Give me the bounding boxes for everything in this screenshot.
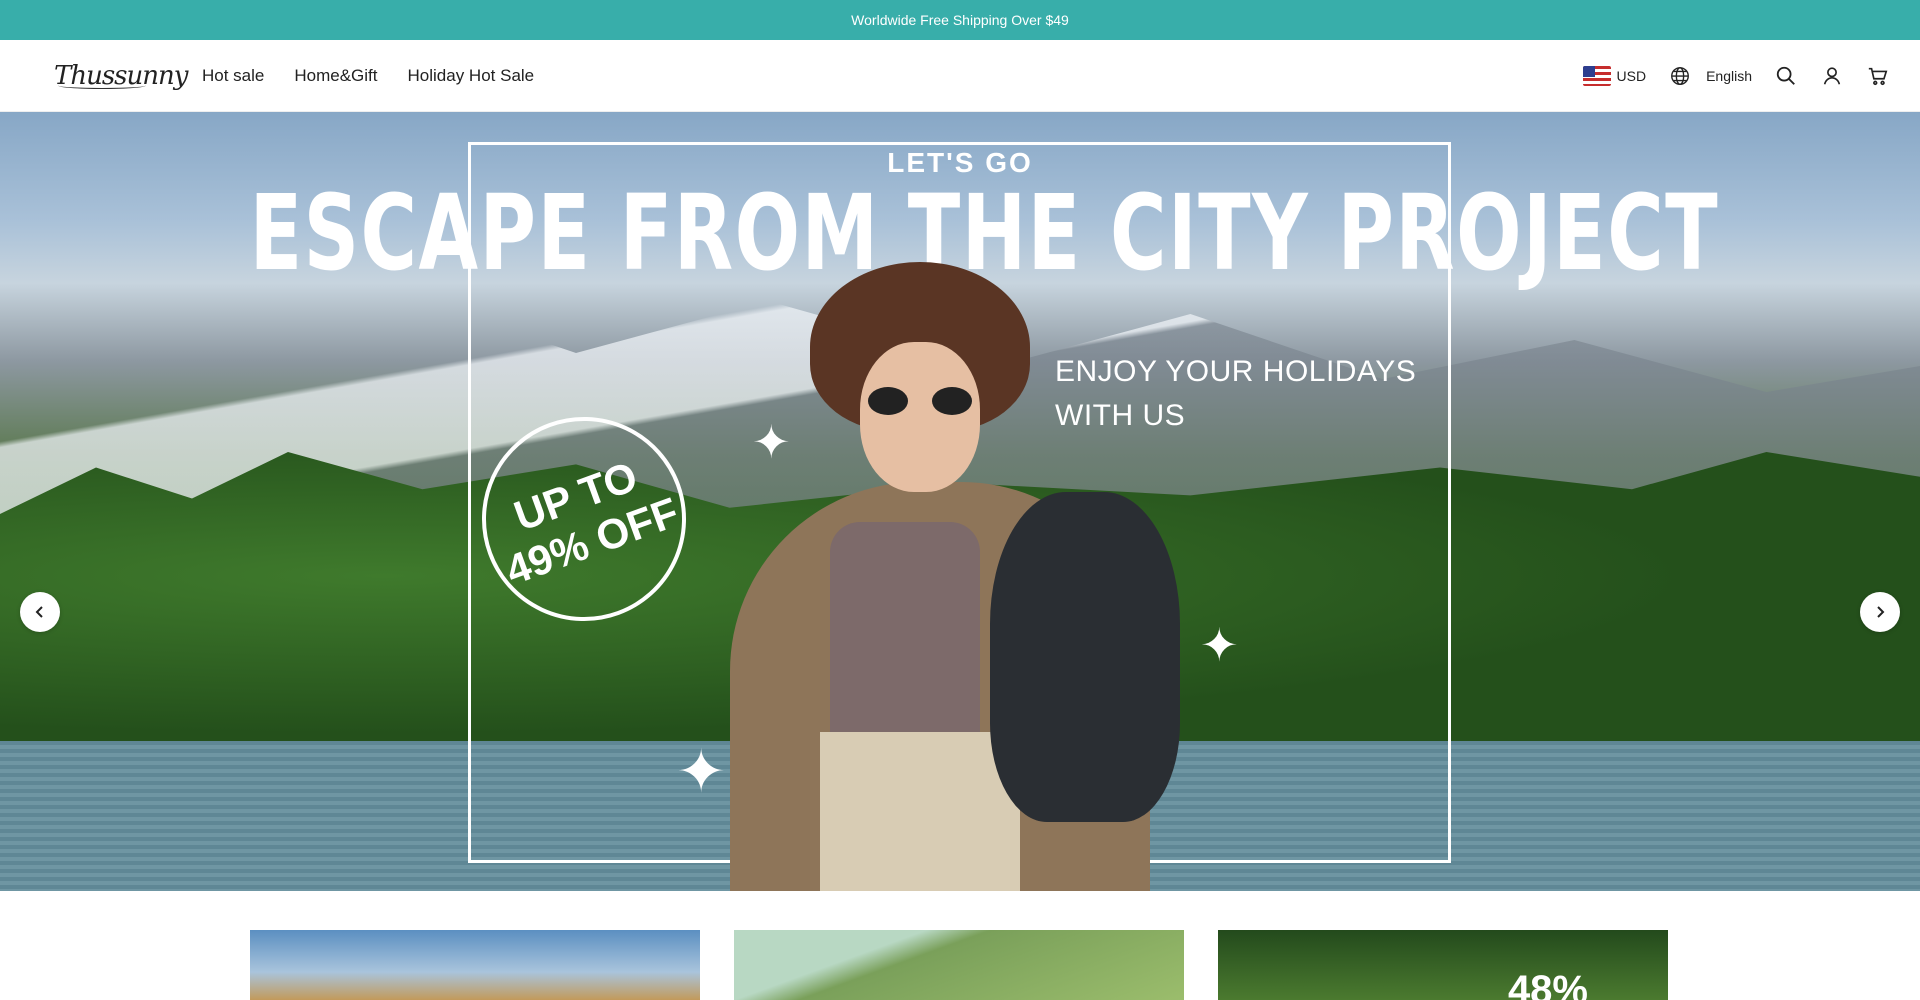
carousel-next-button[interactable] xyxy=(1860,592,1900,632)
hero-tagline-line-1: ENJOY YOUR HOLIDAYS xyxy=(1055,355,1417,388)
promo-card-text: 48% xyxy=(1507,968,1588,1000)
main-nav: Hot sale Home&Gift Holiday Hot Sale xyxy=(202,66,534,86)
chevron-right-icon xyxy=(1877,606,1885,618)
nav-home-gift[interactable]: Home&Gift xyxy=(294,66,377,86)
promo-cards: 48% xyxy=(250,930,1668,1000)
header-actions: USD English xyxy=(1582,64,1890,88)
announcement-text: Worldwide Free Shipping Over $49 xyxy=(851,12,1069,28)
announcement-bar: Worldwide Free Shipping Over $49 xyxy=(0,0,1920,40)
currency-label: USD xyxy=(1616,67,1647,84)
language-selector[interactable]: English xyxy=(1668,64,1752,88)
hero-tagline-line-2: WITH US xyxy=(1055,399,1186,432)
globe-icon xyxy=(1668,64,1692,88)
sparkle-icon: ✦ xyxy=(1200,619,1239,671)
logo[interactable]: Thussunny xyxy=(54,61,188,91)
nav-holiday-hot-sale[interactable]: Holiday Hot Sale xyxy=(408,66,535,86)
carousel-prev-button[interactable] xyxy=(20,592,60,632)
hero-tagline: ENJOY YOUR HOLIDAYS WITH US xyxy=(1055,350,1416,438)
sparkle-icon: ✦ xyxy=(752,416,791,468)
promo-card[interactable] xyxy=(250,930,700,1000)
nav-hot-sale[interactable]: Hot sale xyxy=(202,66,264,86)
chevron-left-icon xyxy=(35,606,43,618)
us-flag-icon xyxy=(1582,65,1611,86)
sparkle-icon: ✦ xyxy=(676,738,727,805)
currency-selector[interactable]: USD xyxy=(1582,65,1647,86)
language-label: English xyxy=(1706,67,1752,84)
hero-banner[interactable]: LET'S GO ESCAPE FROM THE CITY PROJECT EN… xyxy=(0,112,1920,891)
site-header: Thussunny Hot sale Home&Gift Holiday Hot… xyxy=(0,40,1920,112)
search-icon[interactable] xyxy=(1774,64,1798,88)
cart-icon[interactable] xyxy=(1866,64,1890,88)
promo-card[interactable] xyxy=(734,930,1184,1000)
promo-card[interactable]: 48% xyxy=(1218,930,1668,1000)
account-icon[interactable] xyxy=(1820,64,1844,88)
